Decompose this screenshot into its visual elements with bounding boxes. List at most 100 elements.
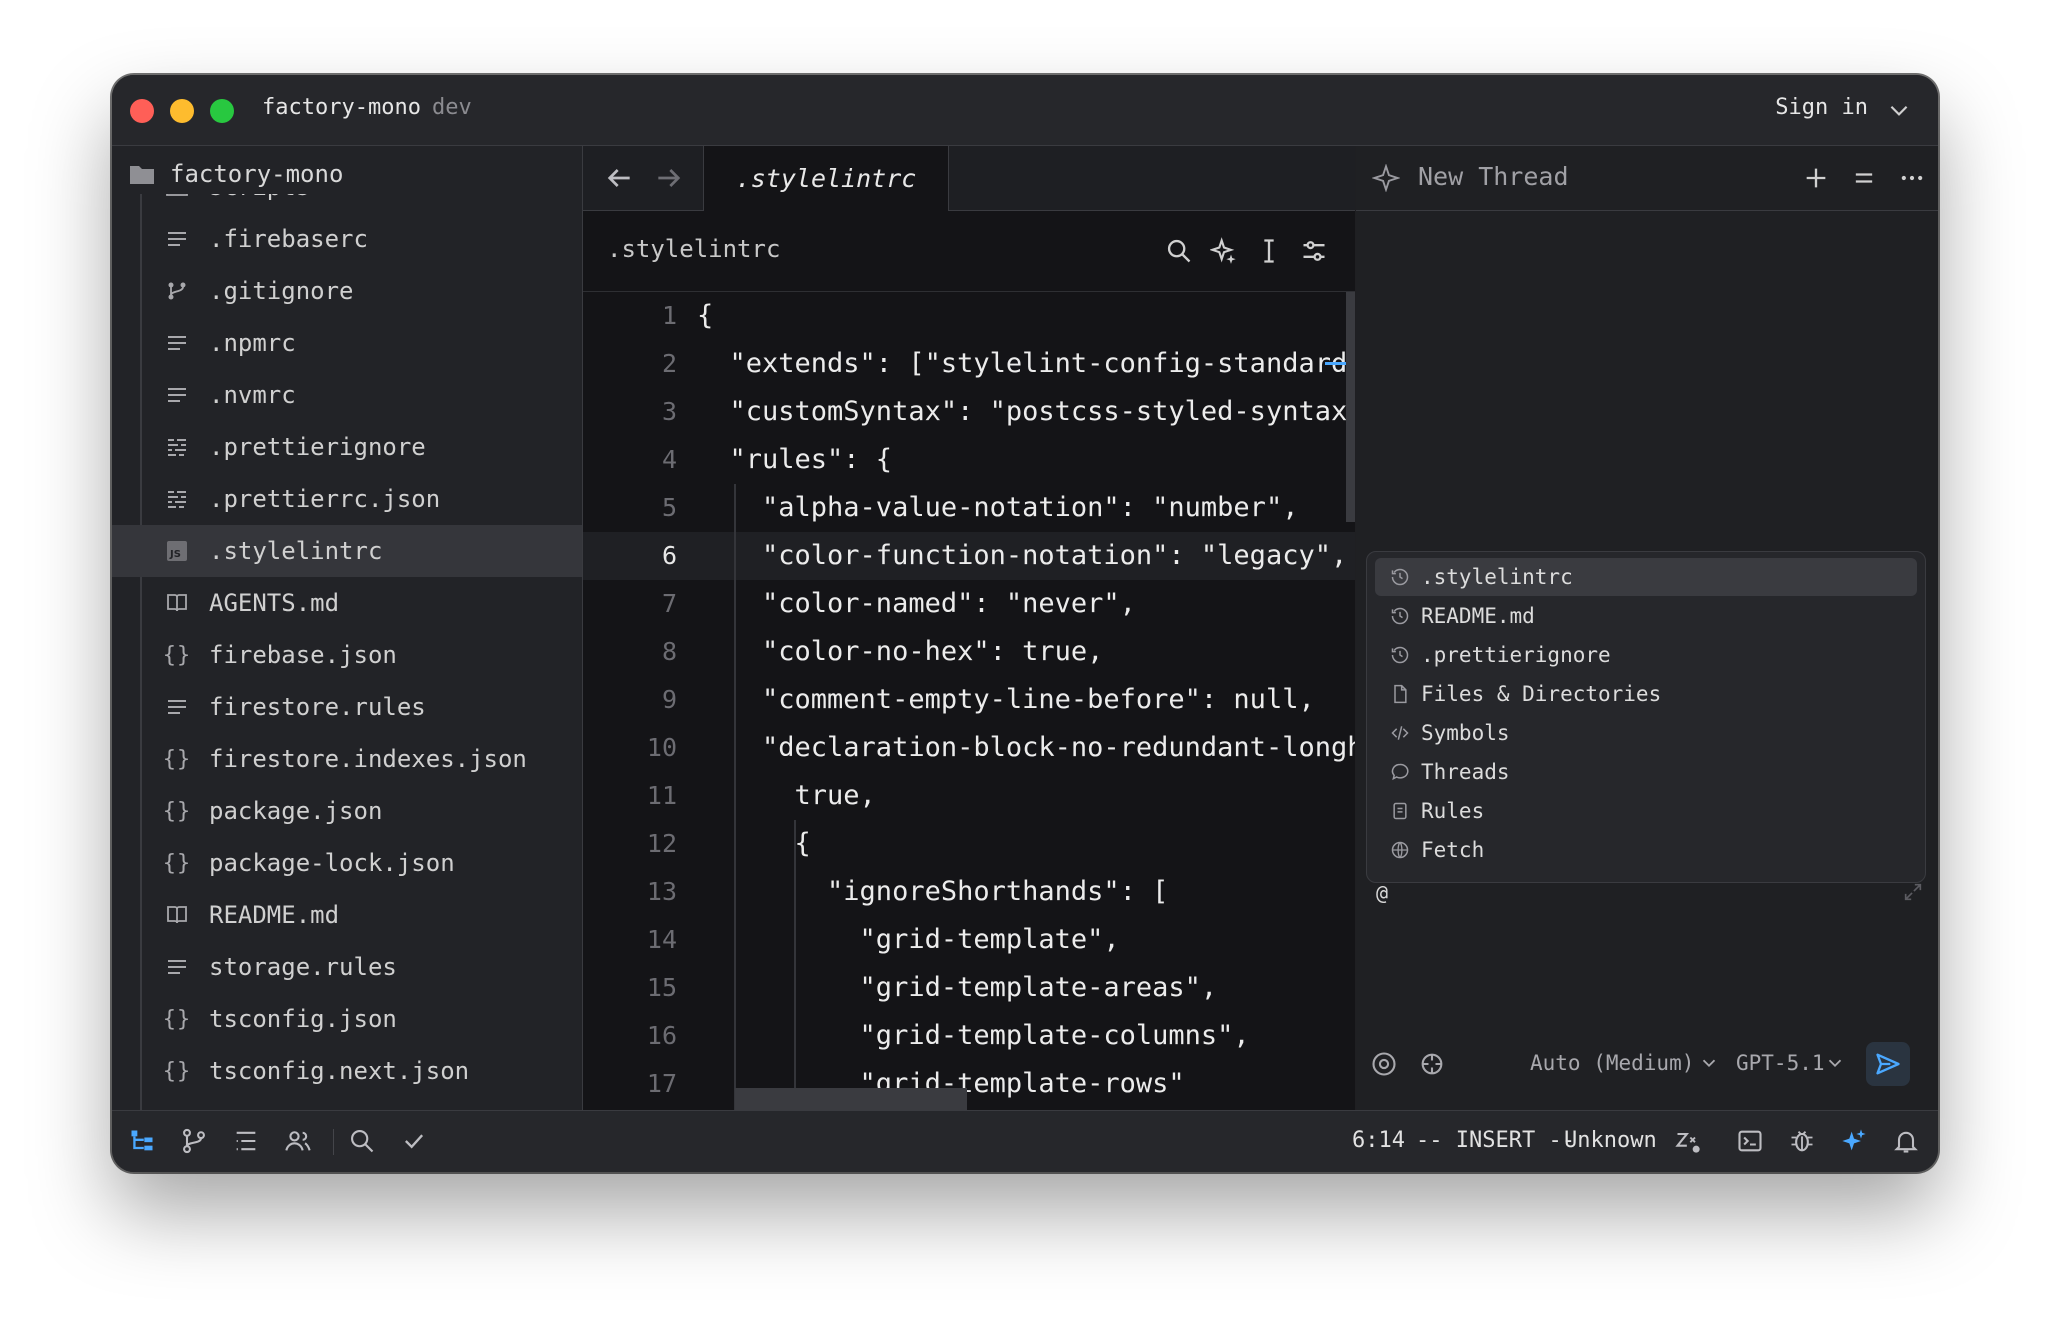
svg-text:JS: JS [169, 549, 181, 560]
mention-menu-item[interactable]: Symbols [1375, 714, 1917, 752]
file-tree-item[interactable]: {} firestore.indexes.json [112, 733, 582, 785]
file-tree-item[interactable]: README.md [112, 889, 582, 941]
file-tree-item[interactable]: {} tsconfig.json [112, 993, 582, 1045]
plus-icon[interactable] [1802, 164, 1830, 192]
file-tree-item[interactable]: {} package.json [112, 785, 582, 837]
search-icon[interactable] [1165, 237, 1193, 265]
vertical-scrollbar[interactable] [1346, 292, 1355, 522]
code-line[interactable]: 4 "rules": { [583, 436, 1355, 484]
text-cursor-icon[interactable] [1255, 237, 1283, 265]
cursor-position[interactable]: 6:14 [1352, 1128, 1405, 1153]
sliders-icon[interactable] [1300, 237, 1328, 265]
crosshair-icon[interactable] [1418, 1050, 1446, 1078]
git-branch-icon[interactable] [180, 1127, 208, 1155]
forward-arrow-icon[interactable] [653, 162, 685, 194]
prettier-icon [164, 434, 190, 460]
terminal-icon[interactable] [1736, 1127, 1764, 1155]
code-line[interactable]: 6 "color-function-notation": "legacy", [583, 532, 1355, 580]
tab-stylelintrc[interactable]: .stylelintrc [703, 146, 949, 211]
close-window-button[interactable] [130, 99, 154, 123]
minimize-window-button[interactable] [170, 99, 194, 123]
file-tree-item-label: .gitignore [209, 277, 354, 305]
code-line[interactable]: 3 "customSyntax": "postcss-styled-syntax… [583, 388, 1355, 436]
file-tree-item[interactable]: .npmrc [112, 317, 582, 369]
chevron-down-icon[interactable] [1886, 97, 1912, 123]
chevron-down-icon[interactable] [1698, 1052, 1720, 1074]
code-line[interactable]: 17 "grid-template-rows" [583, 1060, 1355, 1108]
code-area[interactable]: 17 "grid-template-rows" 16 "grid-template… [583, 292, 1355, 1110]
file-tree-item[interactable]: .prettierignore [112, 421, 582, 473]
text-file-icon [164, 330, 190, 356]
code-line[interactable]: 1{ [583, 292, 1355, 340]
code-line[interactable]: 7 "color-named": "never", [583, 580, 1355, 628]
assistant-sparkle-icon[interactable] [1210, 237, 1238, 265]
check-icon[interactable] [400, 1127, 428, 1155]
project-tree-icon[interactable] [128, 1127, 156, 1155]
code-text: true, [697, 780, 876, 811]
line-number: 9 [661, 685, 677, 714]
branch-name[interactable]: dev [432, 95, 472, 120]
code-line[interactable]: 13 "ignoreShorthands": [ [583, 868, 1355, 916]
send-button[interactable] [1866, 1042, 1910, 1086]
model-selector[interactable]: GPT-5.1 [1736, 1051, 1825, 1075]
file-tree-item[interactable]: .nvmrc [112, 369, 582, 421]
mention-menu-item[interactable]: .prettierignore [1375, 636, 1917, 674]
mention-menu-item[interactable]: Files & Directories [1375, 675, 1917, 713]
mention-at-icon[interactable] [1370, 1050, 1398, 1078]
code-line[interactable]: 14 "grid-template", [583, 916, 1355, 964]
file-tree-item[interactable]: {} tsconfig.next.json [112, 1045, 582, 1097]
thread-title[interactable]: New Thread [1418, 162, 1569, 191]
code-line[interactable]: 11 true, [583, 772, 1355, 820]
file-tree-item[interactable]: .firebaserc [112, 213, 582, 265]
code-line[interactable]: 16 "grid-template-columns", [583, 1012, 1355, 1060]
file-tree-item-label: AGENTS.md [209, 589, 340, 617]
file-tree-item[interactable]: firestore.rules [112, 681, 582, 733]
sign-in-button[interactable]: Sign in [1775, 95, 1868, 120]
code-line[interactable]: 9 "comment-empty-line-before": null, [583, 676, 1355, 724]
mention-menu-item[interactable]: .stylelintrc [1375, 558, 1917, 596]
line-number: 8 [661, 637, 677, 666]
more-options-icon[interactable] [1898, 164, 1926, 192]
line-number: 15 [646, 973, 677, 1002]
line-number: 14 [646, 925, 677, 954]
code-line[interactable]: 5 "alpha-value-notation": "number", [583, 484, 1355, 532]
chat-icon [1389, 761, 1411, 783]
mention-menu-item[interactable]: Rules [1375, 792, 1917, 830]
mention-menu-item[interactable]: README.md [1375, 597, 1917, 635]
code-line[interactable]: 10 "declaration-block-no-redundant-longh… [583, 724, 1355, 772]
expand-icon[interactable] [1902, 881, 1924, 903]
back-arrow-icon[interactable] [603, 162, 635, 194]
mention-menu-item[interactable]: Fetch [1375, 831, 1917, 869]
collaborators-icon[interactable] [284, 1127, 312, 1155]
line-number: 3 [661, 397, 677, 426]
file-tree-item[interactable]: storage.rules [112, 941, 582, 993]
file-tree-item[interactable]: {} package-lock.json [112, 837, 582, 889]
zoom-window-button[interactable] [210, 99, 234, 123]
code-text: "color-function-notation": "legacy", [697, 540, 1348, 571]
project-name[interactable]: factory-mono [262, 95, 421, 120]
mention-menu-item[interactable]: Threads [1375, 753, 1917, 791]
chevron-down-icon[interactable] [1824, 1052, 1846, 1074]
list-icon[interactable] [1850, 164, 1878, 192]
outline-icon[interactable] [232, 1127, 260, 1155]
project-root[interactable]: factory-mono [128, 154, 568, 194]
language-selector[interactable]: Unknown [1564, 1128, 1657, 1153]
code-line[interactable]: 2 "extends": ["stylelint-config-standard… [583, 340, 1355, 388]
code-line[interactable]: 8 "color-no-hex": true, [583, 628, 1355, 676]
file-tree-item[interactable]: {} firebase.json [112, 629, 582, 681]
breadcrumb[interactable]: .stylelintrc [607, 235, 780, 263]
horizontal-scrollbar[interactable] [735, 1088, 967, 1110]
file-tree-item[interactable]: .gitignore [112, 265, 582, 317]
code-line[interactable]: 15 "grid-template-areas", [583, 964, 1355, 1012]
file-tree-item[interactable]: JS .stylelintrc [112, 525, 582, 577]
code-line[interactable]: 12 { [583, 820, 1355, 868]
mode-selector[interactable]: Auto (Medium) [1530, 1051, 1694, 1075]
file-tree-item[interactable]: .prettierrc.json [112, 473, 582, 525]
bell-icon[interactable] [1892, 1127, 1920, 1155]
sleep-icon[interactable] [1674, 1127, 1702, 1155]
search-icon[interactable] [348, 1127, 376, 1155]
message-input[interactable]: @ [1376, 881, 1388, 905]
ai-sparkle-icon[interactable] [1840, 1127, 1868, 1155]
file-tree-item[interactable]: AGENTS.md [112, 577, 582, 629]
debug-icon[interactable] [1788, 1127, 1816, 1155]
